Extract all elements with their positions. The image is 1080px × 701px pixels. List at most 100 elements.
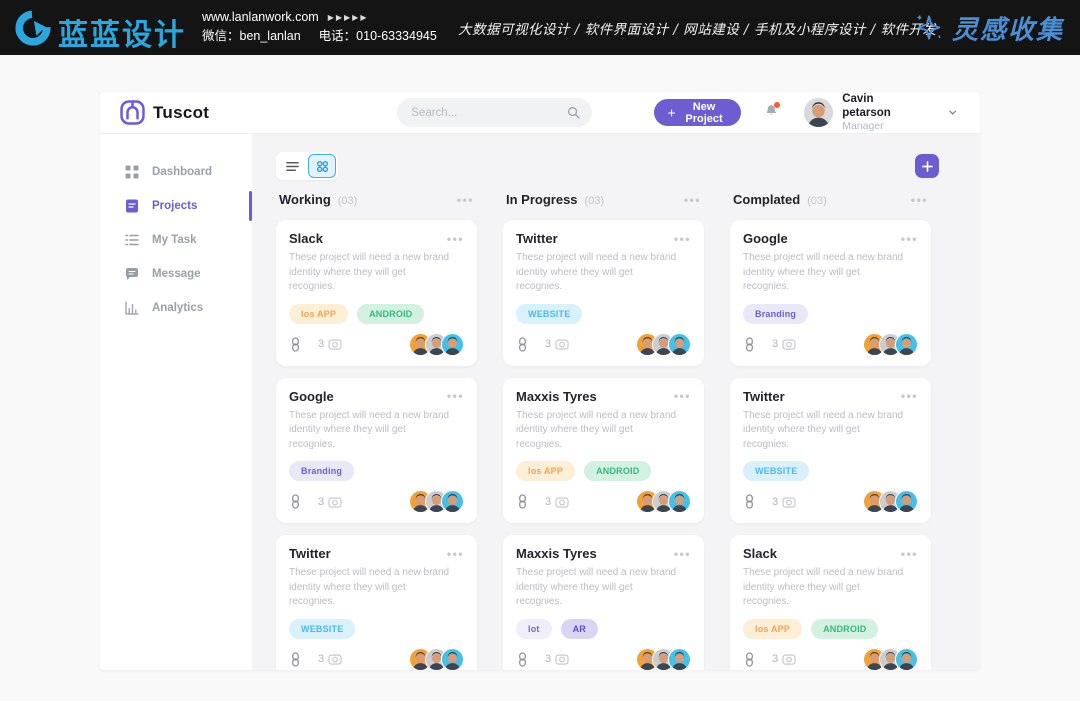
avatar [668, 490, 691, 513]
column-header: Working (03) ••• [276, 192, 477, 207]
collection-label: 灵感收集 [952, 9, 1064, 46]
search-input[interactable] [409, 106, 567, 120]
link-icon[interactable] [743, 494, 756, 509]
card-menu-icon[interactable]: ••• [447, 548, 464, 560]
card-description: These project will need a new brand iden… [289, 409, 454, 453]
card-footer: 3 [516, 490, 691, 513]
card-tags: Ios APPANDROID [289, 304, 464, 324]
link-icon[interactable] [516, 337, 529, 352]
card-title: Maxxis Tyres [516, 546, 597, 561]
card-footer: 3 [743, 333, 918, 356]
sidebar-item-analytics[interactable]: Analytics [100, 291, 252, 325]
column-count: (03) [585, 195, 605, 207]
card-description: These project will need a new brand iden… [289, 251, 454, 295]
card-menu-icon[interactable]: ••• [901, 390, 918, 402]
project-card[interactable]: Twitter ••• These project will need a ne… [276, 535, 477, 670]
card-menu-icon[interactable]: ••• [447, 233, 464, 245]
card-avatars [636, 648, 691, 671]
card-title: Twitter [743, 389, 785, 404]
avatar [895, 490, 918, 513]
user-name: Cavin petarson [842, 92, 903, 120]
card-avatars [636, 333, 691, 356]
link-icon[interactable] [516, 652, 529, 667]
projects-icon [125, 199, 139, 213]
view-toggle [276, 152, 338, 180]
wechat-info: 微信：ben_lanlan [202, 29, 301, 43]
sidebar-item-dashboard[interactable]: Dashboard [100, 155, 252, 189]
plus-icon [922, 161, 933, 172]
card-menu-icon[interactable]: ••• [674, 233, 691, 245]
app-window: Tuscot New Project Cavin petarson Manage… [100, 92, 980, 670]
card-tags: Ios APPANDROID [516, 461, 691, 481]
add-column-button[interactable] [915, 154, 939, 178]
link-icon[interactable] [743, 337, 756, 352]
chevron-down-icon[interactable] [949, 109, 956, 116]
list-view-icon[interactable] [278, 154, 306, 178]
card-menu-icon[interactable]: ••• [674, 548, 691, 560]
project-card[interactable]: Maxxis Tyres ••• These project will need… [503, 535, 704, 670]
search-bar[interactable] [397, 98, 592, 127]
link-icon[interactable] [743, 652, 756, 667]
link-icon[interactable] [289, 337, 302, 352]
card-avatars [409, 333, 464, 356]
card-menu-icon[interactable]: ••• [447, 390, 464, 402]
promo-banner: 蓝蓝设计 www.lanlanwork.com▶▶▶▶▶ 微信：ben_lanl… [0, 0, 1080, 55]
app-name: Tuscot [153, 103, 209, 123]
card-description: These project will need a new brand iden… [516, 566, 681, 610]
card-menu-icon[interactable]: ••• [901, 548, 918, 560]
board-column: Complated (03) ••• Google ••• These proj… [730, 192, 931, 670]
project-card[interactable]: Twitter ••• These project will need a ne… [503, 220, 704, 366]
link-icon[interactable] [289, 652, 302, 667]
card-footer: 3 [743, 648, 918, 671]
card-menu-icon[interactable]: ••• [901, 233, 918, 245]
avatar [668, 333, 691, 356]
card-description: These project will need a new brand iden… [516, 409, 681, 453]
project-card[interactable]: Google ••• These project will need a new… [276, 378, 477, 524]
column-menu-icon[interactable]: ••• [457, 194, 474, 206]
card-tags: WEBSITE [743, 461, 918, 481]
card-avatars [409, 648, 464, 671]
card-title: Google [289, 389, 334, 404]
plus-icon [668, 108, 675, 118]
user-avatar[interactable] [804, 98, 833, 127]
avatar [895, 333, 918, 356]
tag-ios: Ios APP [743, 619, 802, 639]
website-link[interactable]: www.lanlanwork.com [202, 10, 319, 24]
tag-iot: Iot [516, 619, 552, 639]
new-project-button[interactable]: New Project [654, 99, 740, 126]
grid-view-icon[interactable] [308, 154, 336, 178]
column-menu-icon[interactable]: ••• [911, 194, 928, 206]
bell-icon[interactable] [765, 104, 778, 122]
project-card[interactable]: Twitter ••• These project will need a ne… [730, 378, 931, 524]
app-logo[interactable]: Tuscot [120, 100, 209, 125]
attachment-count: 3 [545, 338, 551, 350]
sidebar-item-my-task[interactable]: My Task [100, 223, 252, 257]
card-tags: Branding [289, 461, 464, 481]
project-card[interactable]: Slack ••• These project will need a new … [276, 220, 477, 366]
tag-branding: Branding [289, 461, 354, 481]
avatar [668, 648, 691, 671]
attachment-count: 3 [772, 338, 778, 350]
column-menu-icon[interactable]: ••• [684, 194, 701, 206]
tag-ar: AR [561, 619, 598, 639]
project-card[interactable]: Slack ••• These project will need a new … [730, 535, 931, 670]
analytics-icon [125, 301, 139, 315]
sidebar-item-message[interactable]: Message [100, 257, 252, 291]
attachment-count: 3 [772, 653, 778, 665]
card-title: Slack [289, 231, 323, 246]
tag-website: WEBSITE [516, 304, 582, 324]
card-avatars [636, 490, 691, 513]
sidebar-item-projects[interactable]: Projects [100, 189, 252, 223]
card-menu-icon[interactable]: ••• [674, 390, 691, 402]
link-icon[interactable] [289, 494, 302, 509]
card-avatars [863, 490, 918, 513]
column-title: Complated [733, 192, 800, 207]
project-card[interactable]: Google ••• These project will need a new… [730, 220, 931, 366]
card-avatars [863, 333, 918, 356]
card-avatars [409, 490, 464, 513]
link-icon[interactable] [516, 494, 529, 509]
project-card[interactable]: Maxxis Tyres ••• These project will need… [503, 378, 704, 524]
attachment-count: 3 [318, 338, 324, 350]
brand-name: 蓝蓝设计 [58, 10, 186, 54]
camera-icon [782, 496, 796, 508]
